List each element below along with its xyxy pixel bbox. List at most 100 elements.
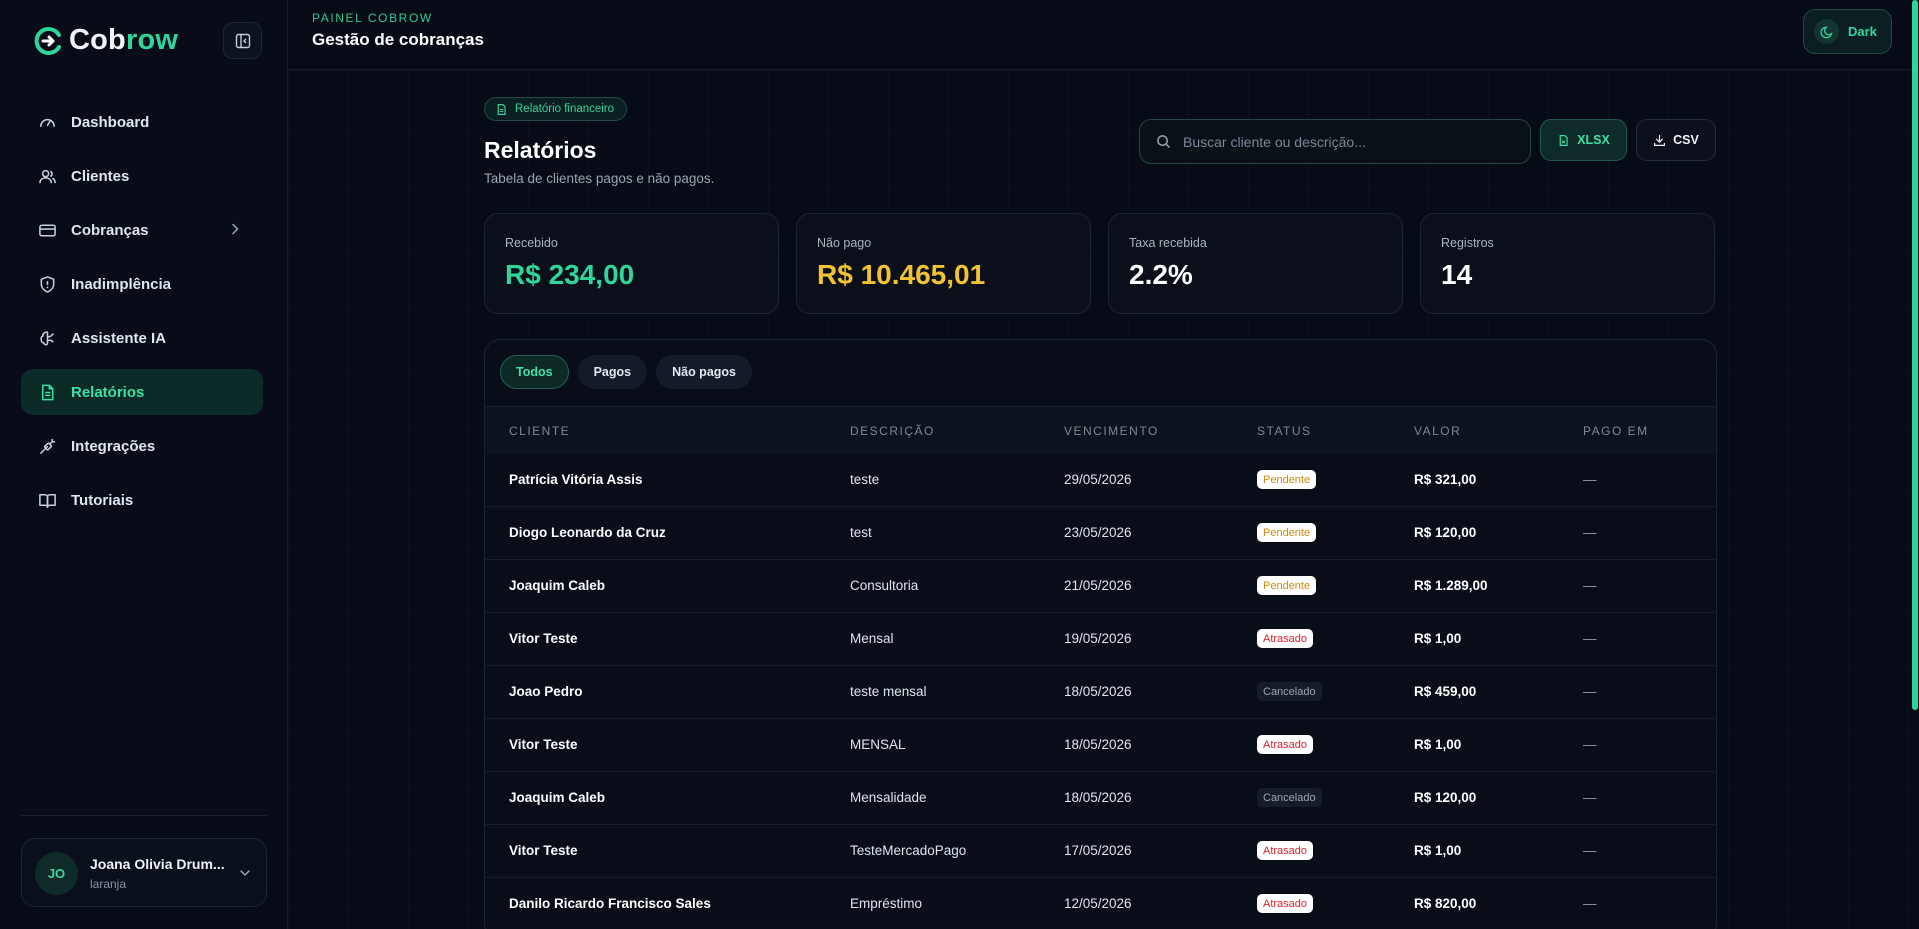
sidebar-toggle-icon	[235, 33, 250, 48]
moon-icon	[1819, 25, 1833, 38]
sidebar-item-clientes[interactable]: Clientes	[21, 153, 263, 199]
file-text-icon	[497, 103, 506, 115]
stat-label: Taxa recebida	[1129, 236, 1207, 250]
table-row[interactable]: Vitor Teste Mensal 19/05/2026 Atrasado R$ 1,…	[485, 613, 1716, 666]
cell-vencimento: 21/05/2026	[1064, 578, 1132, 593]
status-badge: Atrasado	[1257, 629, 1314, 648]
status-badge: Atrasado	[1257, 894, 1314, 913]
brand-logo[interactable]: Cobrow	[33, 24, 178, 57]
stat-value: 2.2%	[1129, 259, 1193, 290]
cell-descricao: MENSAL	[850, 737, 906, 752]
cell-valor: R$ 1.289,00	[1414, 578, 1488, 593]
cell-pago-em: —	[1583, 631, 1597, 646]
cell-descricao: Mensalidade	[850, 790, 927, 805]
cell-descricao: TesteMercadoPago	[850, 843, 967, 858]
sidebar-item-label: Integrações	[71, 437, 156, 455]
table-row[interactable]: Joaquim Caleb Mensalidade 18/05/2026 Cancel…	[485, 772, 1716, 825]
stat-value: R$ 10.465,01	[817, 259, 986, 290]
sidebar-item-label: Relatórios	[71, 383, 145, 401]
cell-pago-em: —	[1583, 896, 1597, 911]
cell-valor: R$ 321,00	[1414, 472, 1477, 487]
stat-card-registros: Registros 14	[1420, 213, 1715, 314]
stat-value: 14	[1441, 259, 1473, 290]
table-row[interactable]: Patrícia Vitória Assis teste 29/05/2026 Pen…	[485, 454, 1716, 507]
search-box[interactable]	[1139, 119, 1531, 164]
cell-pago-em: —	[1583, 578, 1597, 593]
chevron-down-icon	[240, 870, 250, 877]
stat-label: Não pago	[817, 236, 872, 250]
cell-valor: R$ 120,00	[1414, 790, 1477, 805]
user-subtitle: laranja	[90, 877, 127, 891]
download-icon	[1654, 134, 1666, 146]
cell-descricao: test	[850, 525, 872, 540]
header-title: Gestão de cobranças	[312, 30, 484, 49]
collapse-sidebar-button[interactable]	[223, 22, 262, 59]
tab-pagos[interactable]: Pagos	[577, 355, 648, 389]
sidebar-item-label: Tutoriais	[71, 491, 134, 509]
sidebar-item-relatorios[interactable]: Relatórios	[21, 369, 263, 415]
search-input[interactable]	[1183, 133, 1503, 150]
file-text-icon	[41, 384, 54, 400]
user-menu[interactable]: JO Joana Olivia Drum... laranja	[21, 838, 267, 907]
table-row[interactable]: Danilo Ricardo Francisco Sales Empréstimo…	[485, 878, 1716, 929]
cell-pago-em: —	[1583, 737, 1597, 752]
stat-label: Recebido	[505, 236, 558, 250]
user-name: Joana Olivia Drum...	[90, 856, 225, 872]
sidebar-item-inadimplencia[interactable]: Inadimplência	[21, 261, 263, 307]
cell-descricao: teste mensal	[850, 684, 927, 699]
cell-cliente: Joaquim Caleb	[509, 790, 606, 805]
moon-icon-wrap	[1814, 19, 1839, 44]
cell-valor: R$ 120,00	[1414, 525, 1477, 540]
table-row[interactable]: Vitor Teste MENSAL 18/05/2026 Atrasado R$ 1,…	[485, 719, 1716, 772]
theme-toggle-button[interactable]: Dark	[1803, 9, 1892, 54]
sidebar-item-cobrancas[interactable]: Cobranças	[21, 207, 263, 253]
column-header-valor[interactable]: VALOR	[1414, 424, 1461, 438]
cell-vencimento: 29/05/2026	[1064, 472, 1132, 487]
table-row[interactable]: Vitor Teste TesteMercadoPago 17/05/2026 Atr…	[485, 825, 1716, 878]
column-header-cliente[interactable]: CLIENTE	[509, 424, 570, 438]
tab-todos[interactable]: Todos	[500, 355, 569, 389]
column-header-status[interactable]: STATUS	[1257, 424, 1312, 438]
cell-pago-em: —	[1583, 472, 1597, 487]
report-badge: Relatório financeiro	[484, 97, 628, 121]
stat-card-nao-pago: Não pago R$ 10.465,01	[796, 213, 1091, 314]
cell-cliente: Patrícia Vitória Assis	[509, 472, 643, 487]
cell-valor: R$ 1,00	[1414, 737, 1462, 752]
page-scrollbar[interactable]	[1912, 0, 1918, 710]
export-csv-label: CSV	[1673, 133, 1699, 147]
cell-vencimento: 17/05/2026	[1064, 843, 1132, 858]
sidebar-item-label: Dashboard	[71, 113, 150, 131]
cell-cliente: Danilo Ricardo Francisco Sales	[509, 896, 711, 911]
sidebar-item-dashboard[interactable]: Dashboard	[21, 99, 263, 145]
shield-alert-icon	[40, 275, 55, 293]
cell-valor: R$ 459,00	[1414, 684, 1477, 699]
sidebar-nav: Dashboard Clientes Cobranças Inadimplênc…	[21, 99, 263, 531]
export-csv-button[interactable]: CSV	[1636, 119, 1716, 161]
table-header: CLIENTE DESCRIÇÃO VENCIMENTO STATUS VALO…	[485, 406, 1716, 454]
sidebar-item-label: Inadimplência	[71, 275, 172, 293]
cell-pago-em: —	[1583, 525, 1597, 540]
main-content: Relatório financeiro Relatórios Tabela d…	[288, 70, 1912, 929]
export-xlsx-button[interactable]: XLSX	[1540, 119, 1627, 161]
credit-card-icon	[39, 224, 56, 236]
report-badge-label: Relatório financeiro	[515, 103, 615, 115]
cell-cliente: Vitor Teste	[509, 843, 578, 858]
brand-name: Cobrow	[69, 24, 179, 56]
column-header-pago-em[interactable]: PAGO EM	[1583, 424, 1649, 438]
table-row[interactable]: Joao Pedro teste mensal 18/05/2026 Cancelad…	[485, 666, 1716, 719]
table-row[interactable]: Diogo Leonardo da Cruz test 23/05/2026 Pend…	[485, 507, 1716, 560]
sidebar-divider	[21, 815, 267, 816]
cell-cliente: Diogo Leonardo da Cruz	[509, 525, 666, 540]
sidebar-item-tutoriais[interactable]: Tutoriais	[21, 477, 263, 523]
tab-nao-pagos[interactable]: Não pagos	[656, 355, 752, 389]
export-xlsx-label: XLSX	[1577, 133, 1610, 147]
filter-tabs: Todos Pagos Não pagos	[500, 355, 752, 389]
status-badge: Cancelado	[1257, 788, 1322, 807]
column-header-descricao[interactable]: DESCRIÇÃO	[850, 424, 935, 438]
table-row[interactable]: Joaquim Caleb Consultoria 21/05/2026 Penden…	[485, 560, 1716, 613]
cell-pago-em: —	[1583, 684, 1597, 699]
sidebar-item-integracoes[interactable]: Integrações	[21, 423, 263, 469]
stat-value: R$ 234,00	[505, 259, 635, 290]
sidebar-item-assistente-ia[interactable]: Assistente IA	[21, 315, 263, 361]
column-header-vencimento[interactable]: VENCIMENTO	[1064, 424, 1159, 438]
